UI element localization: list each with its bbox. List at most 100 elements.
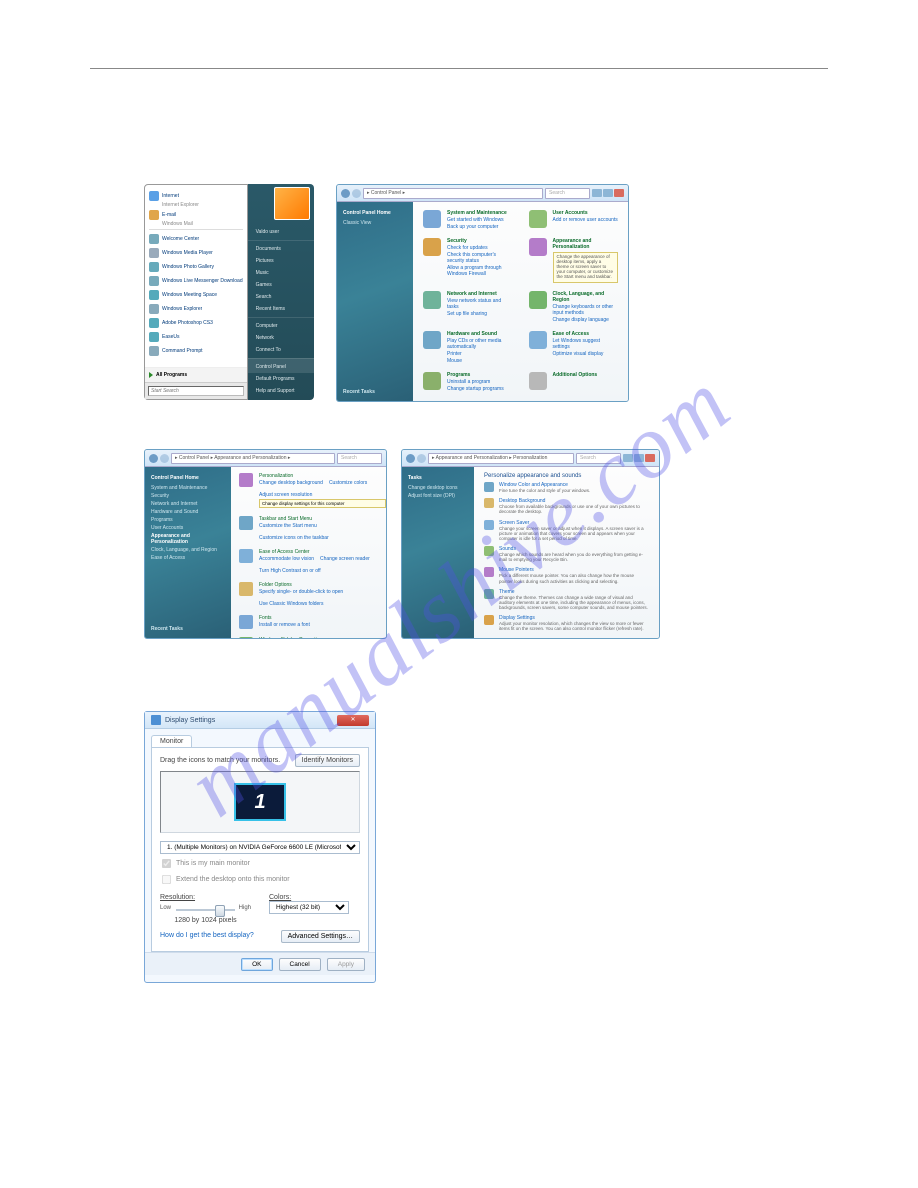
back-icon[interactable] <box>406 454 415 463</box>
start-right-item[interactable]: Recent Items <box>248 303 314 315</box>
group-title[interactable]: Taskbar and Start Menu <box>259 516 386 522</box>
monitor-arrangement[interactable]: 1 <box>160 771 360 833</box>
ap-link[interactable]: Customize colors <box>329 480 367 486</box>
ok-button[interactable]: OK <box>241 958 272 971</box>
sidebar-item[interactable]: System and Maintenance <box>151 485 225 491</box>
personalization-item[interactable]: Display SettingsAdjust your monitor reso… <box>484 615 649 631</box>
monitor-1[interactable]: 1 <box>234 783 286 821</box>
start-recent-item[interactable]: EaseUs <box>149 330 243 344</box>
group-title[interactable]: Ease of Access Center <box>259 549 386 555</box>
ap-link[interactable]: Change desktop background <box>259 480 323 486</box>
start-right-item[interactable]: Pictures <box>248 255 314 267</box>
personalization-item[interactable]: Screen SaverChange your screen saver or … <box>484 520 649 542</box>
start-search-input[interactable] <box>148 386 244 396</box>
ap-link[interactable]: Change screen reader <box>320 556 370 562</box>
group-title[interactable]: Personalization <box>259 473 386 479</box>
resolution-slider[interactable]: Low High <box>160 905 251 915</box>
cp-category[interactable]: User AccountsAdd or remove user accounts <box>529 210 619 230</box>
start-right-item[interactable]: Search <box>248 291 314 303</box>
start-right-item[interactable]: Default Programs <box>248 373 314 385</box>
cp-category[interactable]: Additional Options <box>529 372 619 392</box>
user-picture[interactable] <box>274 187 310 220</box>
search-input[interactable]: Search <box>545 188 590 199</box>
start-recent-item[interactable]: Windows Media Player <box>149 246 243 260</box>
device-select[interactable]: 1. (Multiple Monitors) on NVIDIA GeForce… <box>160 841 360 854</box>
group-title[interactable]: Fonts <box>259 615 310 621</box>
ap-link[interactable]: Use Classic Windows folders <box>259 601 323 607</box>
sidebar-item[interactable]: Programs <box>151 517 225 523</box>
ap-link[interactable]: Specify single- or double-click to open <box>259 589 343 595</box>
personalization-item[interactable]: ThemeChange the theme. Themes can change… <box>484 589 649 611</box>
minimize-icon[interactable] <box>592 189 602 197</box>
cp-category[interactable]: System and MaintenanceGet started with W… <box>423 210 513 230</box>
close-icon[interactable]: ✕ <box>337 715 369 726</box>
minimize-icon[interactable] <box>623 454 633 462</box>
address-bar[interactable]: ▸ Appearance and Personalization ▸ Perso… <box>428 453 574 464</box>
personalization-item[interactable]: Mouse PointersPick a different mouse poi… <box>484 567 649 583</box>
start-right-item[interactable]: Control Panel <box>248 358 314 373</box>
cp-category[interactable]: Appearance and PersonalizationChange the… <box>529 238 619 283</box>
sidebar-item[interactable]: Appearance and Personalization <box>151 533 225 545</box>
sidebar-item[interactable]: Network and Internet <box>151 501 225 507</box>
start-right-item[interactable]: Connect To <box>248 344 314 356</box>
address-bar[interactable]: ▸ Control Panel ▸ Appearance and Persona… <box>171 453 335 464</box>
personalization-item[interactable]: Desktop BackgroundChoose from available … <box>484 498 649 514</box>
start-recent-item[interactable]: Command Prompt <box>149 344 243 358</box>
ap-link[interactable]: Customize icons on the taskbar <box>259 535 329 541</box>
personalization-item[interactable]: Window Color and AppearanceFine tune the… <box>484 482 649 493</box>
back-icon[interactable] <box>149 454 158 463</box>
identify-monitors-button[interactable]: Identify Monitors <box>295 754 360 767</box>
cancel-button[interactable]: Cancel <box>279 958 321 971</box>
start-recent-item[interactable]: Windows Meeting Space <box>149 288 243 302</box>
ap-link[interactable]: Accommodate low vision <box>259 556 314 562</box>
sidebar-item[interactable]: Hardware and Sound <box>151 509 225 515</box>
start-right-item[interactable]: Games <box>248 279 314 291</box>
cp-category[interactable]: ProgramsUninstall a programChange startu… <box>423 372 513 392</box>
start-right-item[interactable]: Documents <box>248 240 314 255</box>
all-programs[interactable]: All Programs <box>145 367 247 382</box>
colors-select[interactable]: Highest (32 bit) <box>269 901 349 914</box>
cp-category[interactable]: SecurityCheck for updatesCheck this comp… <box>423 238 513 283</box>
cp-category[interactable]: Hardware and SoundPlay CDs or other medi… <box>423 331 513 364</box>
sidebar-item[interactable]: Clock, Language, and Region <box>151 547 225 553</box>
start-recent-item[interactable]: Welcome Center <box>149 232 243 246</box>
maximize-icon[interactable] <box>603 189 613 197</box>
start-right-item[interactable]: Help and Support <box>248 385 314 397</box>
start-right-item[interactable]: Computer <box>248 317 314 332</box>
cp-category[interactable]: Ease of AccessLet Windows suggest settin… <box>529 331 619 364</box>
search-input[interactable]: Search <box>337 453 382 464</box>
ap-link[interactable]: Adjust screen resolution <box>259 492 312 498</box>
close-icon[interactable] <box>645 454 655 462</box>
help-link[interactable]: How do I get the best display? <box>160 932 254 939</box>
close-icon[interactable] <box>614 189 624 197</box>
back-icon[interactable] <box>341 189 350 198</box>
ap-link[interactable]: Install or remove a font <box>259 622 310 628</box>
forward-icon[interactable] <box>352 189 361 198</box>
group-title[interactable]: Folder Options <box>259 582 386 588</box>
personalization-item[interactable]: SoundsChange which sounds are heard when… <box>484 546 649 562</box>
cp-category[interactable]: Clock, Language, and RegionChange keyboa… <box>529 291 619 323</box>
sidebar-item[interactable]: Ease of Access <box>151 555 225 561</box>
classic-view-link[interactable]: Classic View <box>343 220 407 226</box>
group-title[interactable]: Windows Sidebar Properties <box>259 637 386 639</box>
apply-button[interactable]: Apply <box>327 958 365 971</box>
tab-monitor[interactable]: Monitor <box>151 735 192 747</box>
address-bar[interactable]: ▸ Control Panel ▸ <box>363 188 543 199</box>
search-input[interactable]: Search <box>576 453 621 464</box>
advanced-settings-button[interactable]: Advanced Settings… <box>281 930 360 943</box>
start-recent-item[interactable]: Windows Photo Gallery <box>149 260 243 274</box>
start-recent-item[interactable]: Windows Live Messenger Download <box>149 274 243 288</box>
start-pinned-email[interactable]: E-mail <box>149 208 243 222</box>
ap-link[interactable]: Customize the Start menu <box>259 523 317 529</box>
task-desktop-icons[interactable]: Change desktop icons <box>408 485 468 491</box>
start-pinned-internet[interactable]: Internet <box>149 189 243 203</box>
start-right-item[interactable]: Music <box>248 267 314 279</box>
start-right-item[interactable]: Valdo user <box>248 226 314 238</box>
maximize-icon[interactable] <box>634 454 644 462</box>
sidebar-item[interactable]: Security <box>151 493 225 499</box>
forward-icon[interactable] <box>417 454 426 463</box>
cp-category[interactable]: Network and InternetView network status … <box>423 291 513 323</box>
start-recent-item[interactable]: Windows Explorer <box>149 302 243 316</box>
forward-icon[interactable] <box>160 454 169 463</box>
sidebar-item[interactable]: User Accounts <box>151 525 225 531</box>
